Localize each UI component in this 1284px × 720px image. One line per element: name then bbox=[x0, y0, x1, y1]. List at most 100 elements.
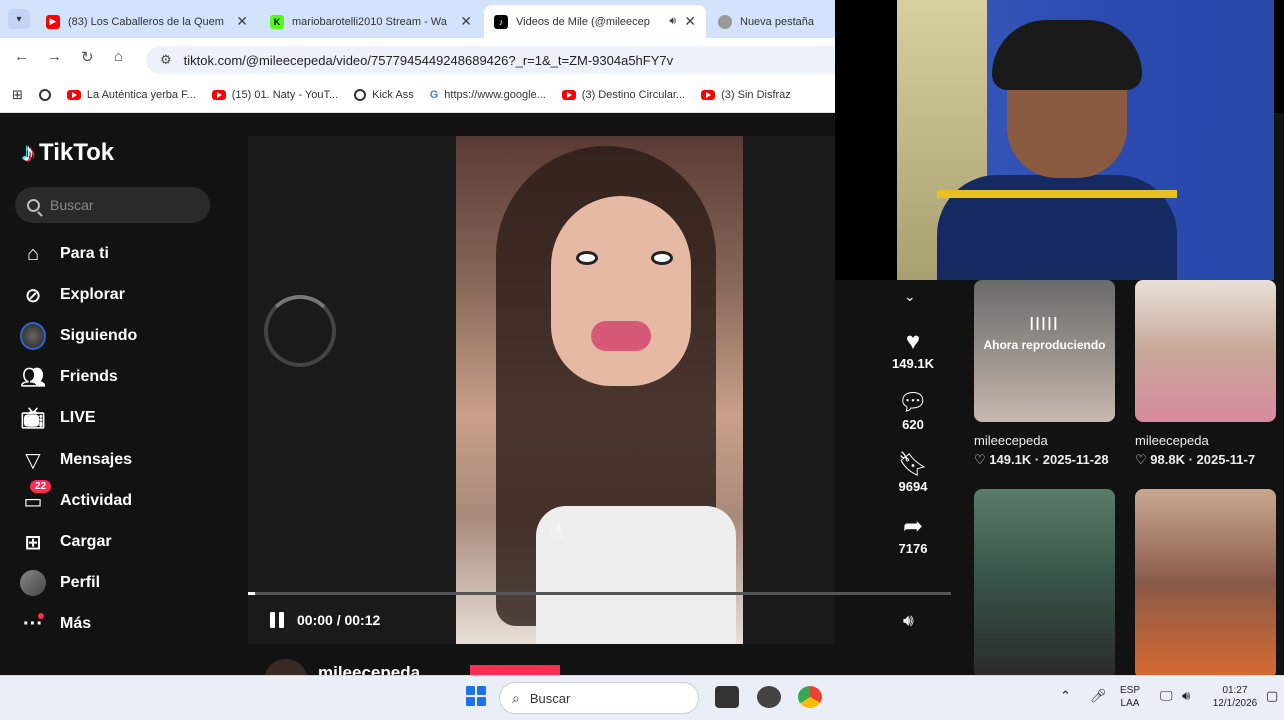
url-field[interactable]: ⚙︎ tiktok.com/@mileecepeda/video/7577945… bbox=[146, 46, 835, 74]
youtube-icon bbox=[701, 90, 716, 100]
activity-icon: ▭ 22 bbox=[20, 480, 52, 514]
tab-title: Videos de Mile (@mileecep bbox=[516, 15, 650, 28]
nav-mas[interactable]: ··· Más bbox=[20, 611, 91, 637]
tab-kick[interactable]: K mariobarotelli2010 Stream - Wa ✕ bbox=[260, 5, 482, 38]
tab-youtube[interactable]: ▶ (83) Los Caballeros de la Quem ✕ bbox=[36, 5, 258, 38]
forward-icon[interactable]: → bbox=[47, 48, 62, 65]
like-count: 149.1K bbox=[892, 356, 934, 371]
related-video-thumb[interactable] bbox=[1135, 280, 1276, 422]
following-avatar-icon bbox=[20, 322, 46, 350]
reload-icon[interactable]: ↻ bbox=[81, 48, 94, 66]
bookmark-icon: 🔖︎ bbox=[897, 451, 929, 478]
related-meta: ♡ 149.1K · 2025-11-28 bbox=[974, 452, 1109, 467]
windows-start-icon[interactable] bbox=[466, 686, 486, 706]
bookmark[interactable]: (3) Destino Circular... bbox=[561, 89, 686, 101]
tiktok-logo[interactable]: ♪ TikTok bbox=[22, 137, 114, 168]
bookmark-label: (3) Sin Disfraz bbox=[721, 89, 791, 101]
search-icon bbox=[27, 198, 40, 212]
browser-tab-bar: ▾ ▶ (83) Los Caballeros de la Quem ✕ K m… bbox=[0, 0, 835, 38]
nav-perfil[interactable]: Perfil bbox=[20, 570, 100, 596]
bookmark-label: (3) Destino Circular... bbox=[581, 89, 686, 101]
youtube-icon: ▶ bbox=[46, 14, 60, 29]
share-count: 7176 bbox=[898, 541, 928, 556]
bookmark-label: Kick Ass bbox=[372, 89, 414, 101]
youtube-icon bbox=[211, 90, 226, 100]
language-indicator[interactable]: ESP LAA bbox=[1120, 684, 1140, 710]
nav-para-ti[interactable]: ⌂ Para ti bbox=[20, 241, 109, 267]
nav-mensajes[interactable]: ▽ Mensajes bbox=[20, 447, 132, 473]
site-settings-icon[interactable]: ⚙︎ bbox=[160, 52, 172, 68]
nav-explorar[interactable]: ⊘ Explorar bbox=[20, 282, 125, 308]
related-user[interactable]: mileecepeda bbox=[1135, 433, 1209, 448]
more-icon: ··· bbox=[23, 612, 44, 635]
volume-icon[interactable]: 🔊︎ bbox=[903, 611, 914, 631]
related-user[interactable]: mileecepeda bbox=[974, 433, 1048, 448]
search-input[interactable]: Buscar bbox=[15, 187, 210, 223]
like-button[interactable]: ♥ 149.1K bbox=[890, 328, 936, 371]
home-icon[interactable]: ⌂ bbox=[114, 48, 123, 65]
bookmark[interactable]: La Auténtica yerba F... bbox=[66, 89, 196, 101]
nav-friends[interactable]: 👥︎ Friends bbox=[20, 364, 118, 390]
nav-live[interactable]: 📺︎ LIVE bbox=[20, 405, 95, 431]
tab-new[interactable]: Nueva pestaña bbox=[708, 5, 835, 38]
bookmark[interactable]: Kick Ass bbox=[354, 89, 414, 101]
save-button[interactable]: 🔖︎ 9694 bbox=[890, 451, 936, 494]
loading-spinner bbox=[264, 295, 336, 367]
speaker-icon[interactable]: 🔊︎ bbox=[1182, 688, 1190, 704]
youtube-icon bbox=[561, 90, 576, 100]
bookmark[interactable]: Ghttps://www.google... bbox=[430, 89, 546, 101]
bookmark[interactable] bbox=[38, 89, 51, 101]
video-frame[interactable] bbox=[456, 136, 743, 644]
progress-bar[interactable] bbox=[248, 592, 951, 595]
related-video-thumb[interactable] bbox=[974, 489, 1115, 679]
close-icon[interactable]: ✕ bbox=[236, 13, 248, 30]
upload-icon: ⊞ bbox=[24, 531, 42, 554]
pause-button[interactable] bbox=[270, 612, 284, 628]
bookmark-label: (15) 01. Naty - YouT... bbox=[231, 89, 339, 101]
nav-cargar[interactable]: ⊞ Cargar bbox=[20, 529, 112, 555]
taskbar-search[interactable]: ⌕ Buscar bbox=[499, 682, 699, 714]
url-text: tiktok.com/@mileecepeda/video/7577945449… bbox=[183, 52, 674, 68]
youtube-icon bbox=[66, 90, 81, 100]
playing-bars-icon: ||||| bbox=[1029, 314, 1060, 330]
live-icon: 📺︎ bbox=[20, 407, 46, 430]
bookmark-label: La Auténtica yerba F... bbox=[86, 89, 196, 101]
tab-title: Nueva pestaña bbox=[740, 15, 814, 28]
chevron-down-icon[interactable]: ⌄ bbox=[904, 288, 916, 305]
search-placeholder: Buscar bbox=[50, 197, 94, 213]
comment-button[interactable]: 💬︎ 620 bbox=[890, 389, 936, 432]
kick-icon: K bbox=[270, 14, 284, 29]
bookmark-label: https://www.google... bbox=[444, 89, 546, 101]
friends-icon: 👥︎ bbox=[20, 366, 46, 389]
tab-list-button[interactable]: ▾ bbox=[8, 9, 30, 29]
now-playing-label: Ahora reproduciendo bbox=[983, 338, 1106, 352]
tab-tiktok[interactable]: ♪ Videos de Mile (@mileecep 🔊︎ ✕ bbox=[484, 5, 706, 38]
notifications-icon[interactable]: ▢ bbox=[1266, 688, 1278, 704]
speaker-icon[interactable]: 🔊︎ bbox=[669, 15, 676, 28]
tiktok-icon: ♪ bbox=[494, 14, 508, 29]
network-icon[interactable]: 🖵 bbox=[1160, 688, 1173, 704]
back-icon[interactable]: ← bbox=[14, 48, 29, 65]
tab-title: mariobarotelli2010 Stream - Wa bbox=[292, 15, 447, 28]
nav-actividad[interactable]: ▭ 22 Actividad bbox=[20, 480, 132, 514]
bookmark[interactable]: (15) 01. Naty - YouT... bbox=[211, 89, 339, 101]
app-icon[interactable] bbox=[757, 686, 781, 708]
bookmark[interactable]: (3) Sin Disfraz bbox=[701, 89, 791, 101]
progress-fill bbox=[248, 592, 256, 595]
clock[interactable]: 01:27 12/1/2026 bbox=[1210, 684, 1260, 710]
close-icon[interactable]: ✕ bbox=[460, 13, 472, 30]
related-video-thumb[interactable]: ||||| Ahora reproduciendo bbox=[974, 280, 1115, 422]
compass-icon: ⊘ bbox=[24, 284, 42, 307]
file-explorer-icon[interactable] bbox=[715, 686, 739, 708]
close-icon[interactable]: ✕ bbox=[684, 13, 696, 30]
chrome-icon[interactable] bbox=[798, 686, 822, 708]
microphone-icon[interactable]: 🎤︎ bbox=[1090, 688, 1107, 704]
related-video-thumb[interactable] bbox=[1135, 489, 1276, 679]
apps-icon[interactable]: ⊞ bbox=[12, 87, 23, 103]
time-display: 00:00 / 00:12 bbox=[297, 612, 381, 628]
chevron-up-icon[interactable]: ⌃ bbox=[1060, 688, 1071, 704]
nav-label: Siguiendo bbox=[60, 327, 138, 344]
screen: ▾ ▶ (83) Los Caballeros de la Quem ✕ K m… bbox=[0, 0, 1284, 720]
nav-siguiendo[interactable]: Siguiendo bbox=[20, 322, 138, 350]
share-button[interactable]: ➦ 7176 bbox=[890, 513, 936, 556]
